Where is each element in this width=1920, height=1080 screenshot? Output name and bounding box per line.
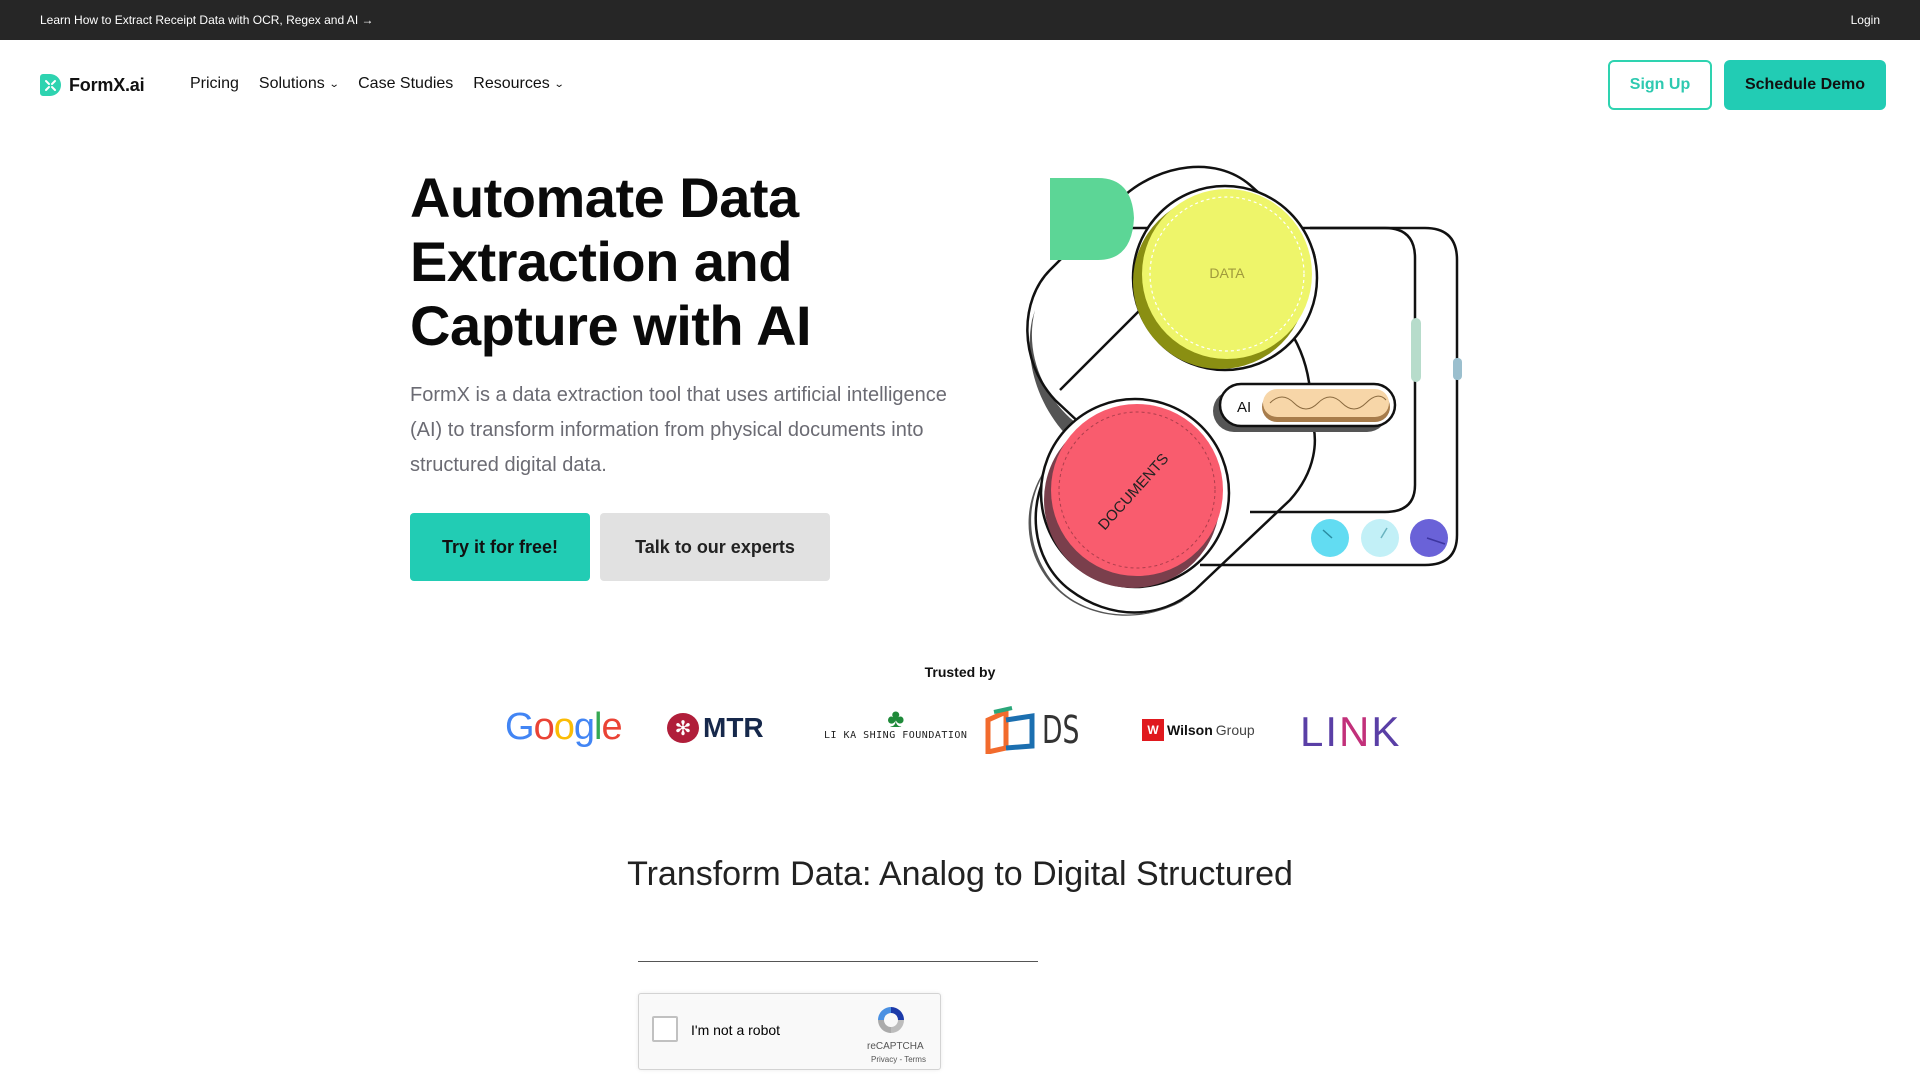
announcement-bar: Learn How to Extract Receipt Data with O… <box>0 0 1920 40</box>
knob-light-cyan <box>1361 519 1399 557</box>
knob-purple <box>1410 519 1448 557</box>
nav-item-case-studies[interactable]: Case Studies <box>358 75 453 93</box>
nav-item-label: Pricing <box>190 75 239 92</box>
formx-logo-icon <box>40 74 61 96</box>
talk-to-experts-button[interactable]: Talk to our experts <box>600 513 830 581</box>
sign-up-button[interactable]: Sign Up <box>1608 60 1712 110</box>
hero-illustration: DATA AI DOCUMENTS <box>1020 160 1470 620</box>
hero-title: Automate Data Extraction and Capture wit… <box>410 166 812 357</box>
nav-item-solutions[interactable]: Solutions ⌄ <box>258 75 340 93</box>
try-free-button[interactable]: Try it for free! <box>410 513 590 581</box>
ds-logo: DS <box>984 706 1095 754</box>
hero-description: FormX is a data extraction tool that use… <box>410 384 947 476</box>
recaptcha-label: I'm not a robot <box>691 1022 781 1038</box>
announcement-link[interactable]: Learn How to Extract Receipt Data with O… <box>40 13 373 27</box>
trusted-by-heading: Trusted by <box>924 664 996 680</box>
documents-circle: DOCUMENTS <box>1039 397 1231 589</box>
recaptcha-brand: reCAPTCHA <box>867 1041 924 1052</box>
green-d-shape <box>1050 178 1134 260</box>
customer-logos: Google ✻ MTR ♣ LI KA SHING FOUNDATION DS… <box>500 700 1420 760</box>
chevron-down-icon: ⌄ <box>553 78 565 90</box>
form-input-underline[interactable] <box>638 961 1038 962</box>
section-title: Transform Data: Analog to Digital Struct… <box>627 855 1293 893</box>
schedule-demo-button[interactable]: Schedule Demo <box>1724 60 1886 110</box>
google-logo: Google <box>505 706 623 748</box>
recaptcha-widget: I'm not a robot reCAPTCHA Privacy - Term… <box>638 993 941 1070</box>
recaptcha-privacy-terms[interactable]: Privacy - Terms <box>871 1055 926 1064</box>
chevron-down-icon: ⌄ <box>328 78 340 90</box>
link-logo: LINK <box>1300 708 1402 755</box>
nav-item-label: Solutions <box>258 75 325 92</box>
nav-item-resources[interactable]: Resources ⌄ <box>473 75 565 93</box>
data-circle: DATA <box>1131 184 1319 372</box>
wilson-group-logo: W Wilson Group <box>1142 719 1255 741</box>
ai-toggle: AI <box>1213 382 1397 432</box>
nav-item-pricing[interactable]: Pricing <box>190 75 239 93</box>
nav-links: Pricing Solutions ⌄ Case Studies Resourc… <box>190 75 565 93</box>
recaptcha-icon <box>875 1004 907 1041</box>
li-ka-shing-logo: ♣ LI KA SHING FOUNDATION <box>824 703 968 741</box>
login-link[interactable]: Login <box>1851 13 1880 27</box>
nav-item-label: Resources <box>473 75 550 92</box>
main-nav: FormX.ai Pricing Solutions ⌄ Case Studie… <box>0 40 1920 130</box>
slider-handle <box>1453 358 1462 380</box>
data-label: DATA <box>1209 265 1245 281</box>
knob-cyan <box>1311 519 1349 557</box>
slider-handle <box>1411 318 1421 382</box>
mtr-logo: ✻ MTR <box>667 712 764 744</box>
recaptcha-checkbox[interactable] <box>652 1016 678 1042</box>
brand-logo[interactable]: FormX.ai <box>40 74 145 96</box>
nav-item-label: Case Studies <box>358 75 454 92</box>
ai-label: AI <box>1237 399 1251 416</box>
brand-name: FormX.ai <box>69 74 145 95</box>
